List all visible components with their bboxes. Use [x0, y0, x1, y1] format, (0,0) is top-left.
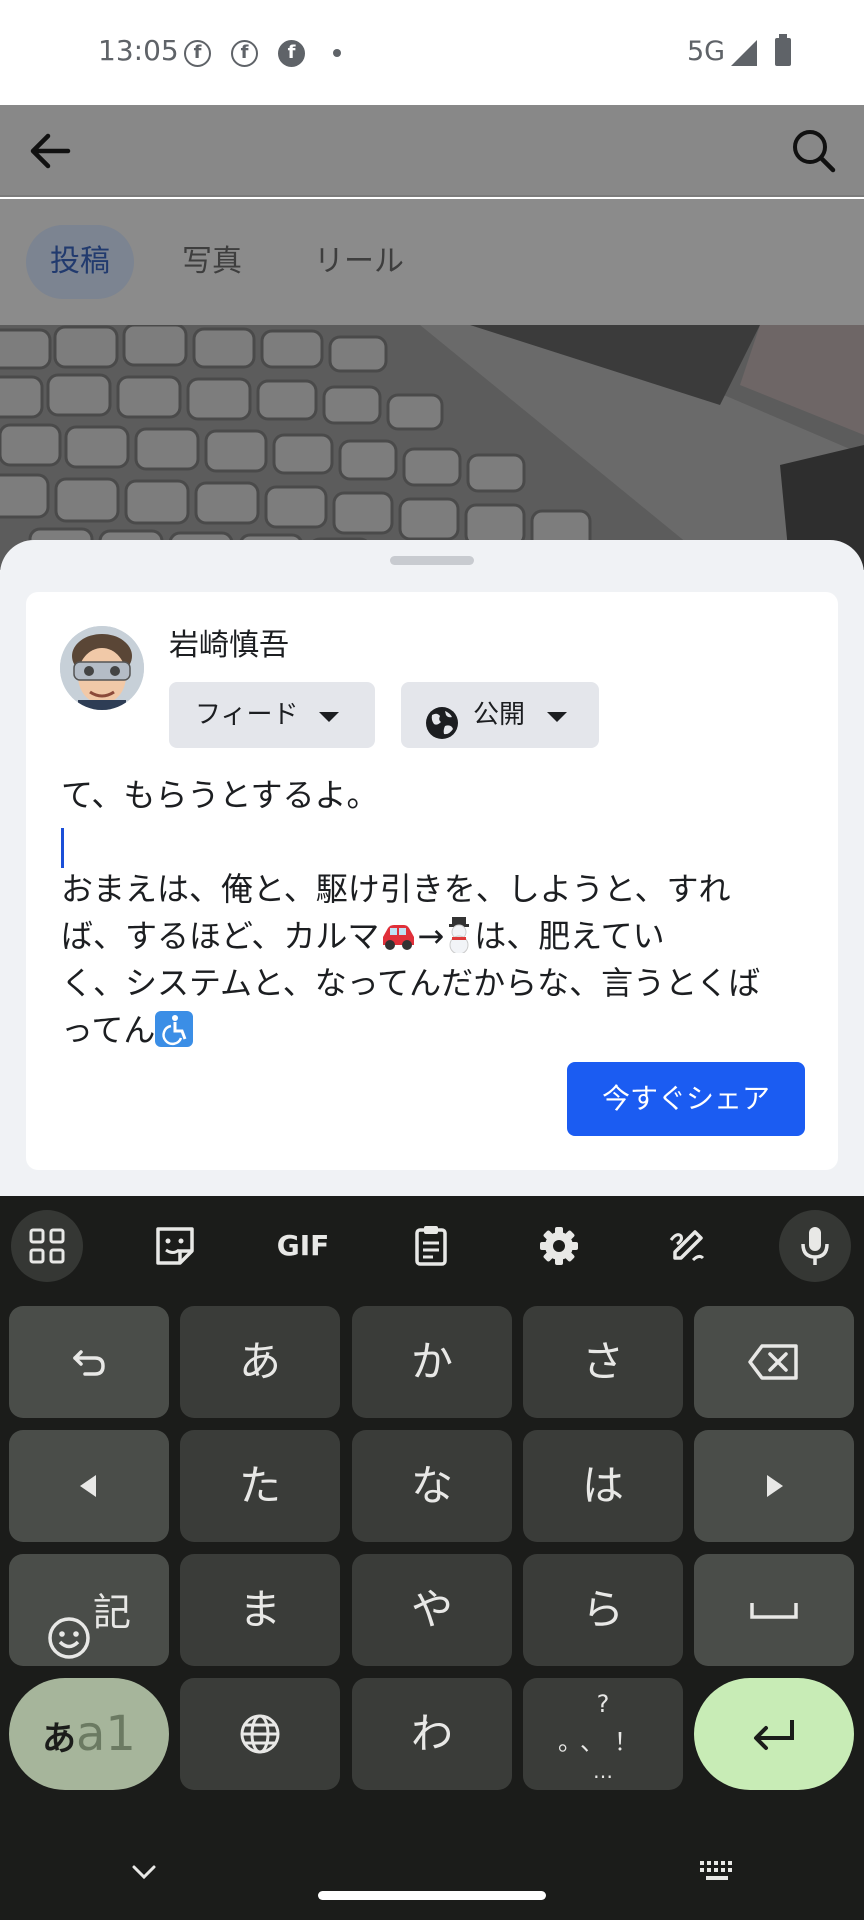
cursor-left-key[interactable]	[9, 1430, 169, 1542]
gif-button[interactable]: GIF	[267, 1210, 339, 1282]
handwriting-icon[interactable]	[651, 1210, 723, 1282]
punctuation-marks: 。、！	[558, 1728, 648, 1756]
caret-down-icon	[319, 712, 339, 722]
tab-photos[interactable]: 写真	[158, 225, 266, 299]
key-ha[interactable]: は	[523, 1430, 683, 1542]
snowman-emoji	[444, 917, 474, 955]
enter-key[interactable]	[694, 1678, 854, 1790]
post-text-input[interactable]: て、もらうとするよ。 おまえは、俺と、駆け引きを、しようと、すれ ば、するほど、…	[61, 772, 821, 1054]
car-emoji	[379, 917, 417, 950]
key-ta[interactable]: た	[180, 1430, 340, 1542]
more-notifications-dot	[333, 49, 341, 57]
composer-card: 岩崎慎吾 フィード 公開 て、もらうとするよ。 おまえは、俺と、駆け引きを、しよ…	[26, 592, 838, 1170]
post-text-line: ってん	[61, 1011, 156, 1049]
arrow-text: →	[417, 917, 445, 955]
avatar	[60, 626, 144, 710]
key-a[interactable]: あ	[180, 1306, 340, 1418]
mode-kana: あ	[42, 1719, 77, 1759]
tab-posts[interactable]: 投稿	[26, 225, 134, 299]
facebook-icon: f	[184, 40, 211, 67]
username: 岩崎慎吾	[169, 628, 289, 663]
sticker-icon[interactable]	[139, 1210, 211, 1282]
audience-feed-label: フィード	[195, 700, 299, 730]
network-type: 5G	[687, 36, 726, 67]
privacy-label: 公開	[473, 700, 526, 730]
mic-icon[interactable]	[779, 1210, 851, 1282]
post-text-line: く、システムと、なってんだからな、言うとくば	[61, 964, 761, 1002]
facebook-icon: f	[278, 40, 305, 67]
key-ka[interactable]: か	[352, 1306, 512, 1418]
post-text-line: ば、するほど、カルマ	[61, 917, 380, 955]
settings-icon[interactable]	[523, 1210, 595, 1282]
apps-icon[interactable]	[11, 1210, 83, 1282]
undo-key[interactable]	[9, 1306, 169, 1418]
back-arrow-icon[interactable]	[24, 125, 76, 177]
key-wa[interactable]: わ	[352, 1678, 512, 1790]
wheelchair-emoji	[155, 1011, 194, 1047]
tab-reels[interactable]: リール	[290, 225, 428, 299]
key-na[interactable]: な	[352, 1430, 512, 1542]
post-text-line: は、肥えてい	[474, 917, 665, 955]
smiley-icon	[47, 1591, 91, 1659]
status-time: 13:05	[98, 34, 179, 67]
drag-handle[interactable]	[390, 556, 474, 565]
caret-down-icon	[547, 712, 567, 722]
clipboard-icon[interactable]	[395, 1210, 467, 1282]
key-ra[interactable]: ら	[523, 1554, 683, 1666]
ellipsis: …	[593, 1759, 613, 1783]
audience-feed-dropdown[interactable]: フィード	[169, 682, 375, 748]
cursor-right-key[interactable]	[694, 1430, 854, 1542]
app-header	[0, 105, 864, 197]
emoji-symbol-key[interactable]: 記	[9, 1554, 169, 1666]
home-indicator[interactable]	[318, 1891, 546, 1900]
globe-icon	[425, 699, 459, 739]
status-bar: 13:05 f f f 5G	[0, 0, 864, 105]
post-text-line: て、もらうとするよ。	[61, 776, 379, 814]
keyboard-switch-icon[interactable]	[698, 1859, 738, 1887]
navigation-bar	[0, 1815, 864, 1920]
battery-icon	[775, 34, 791, 66]
text-cursor	[61, 828, 64, 868]
input-mode-toggle[interactable]: あa1	[9, 1678, 169, 1790]
key-ma[interactable]: ま	[180, 1554, 340, 1666]
share-now-button[interactable]: 今すぐシェア	[567, 1062, 805, 1136]
backspace-key[interactable]	[694, 1306, 854, 1418]
composer-sheet: 岩崎慎吾 フィード 公開 て、もらうとするよ。 おまえは、俺と、駆け引きを、しよ…	[0, 540, 864, 1200]
cover-photo	[0, 325, 864, 570]
symbol-label: 記	[92, 1590, 131, 1635]
space-key[interactable]	[694, 1554, 854, 1666]
post-text-line: おまえは、俺と、駆け引きを、しようと、すれ	[61, 870, 731, 908]
signal-icon	[731, 40, 757, 66]
profile-tabs: 投稿 写真 リール	[0, 199, 864, 325]
punctuation-key[interactable]: ? 。、！ …	[523, 1678, 683, 1790]
keyboard: GIF あ か さ た な は 記 ま や ら あa1 わ ? 。、！ …	[0, 1196, 864, 1920]
mode-alnum: a1	[76, 1706, 136, 1762]
key-sa[interactable]: さ	[523, 1306, 683, 1418]
privacy-dropdown[interactable]: 公開	[401, 682, 599, 748]
search-icon[interactable]	[788, 125, 840, 177]
language-key[interactable]	[180, 1678, 340, 1790]
hide-keyboard-icon[interactable]	[130, 1863, 158, 1885]
facebook-icon: f	[231, 40, 258, 67]
key-ya[interactable]: や	[352, 1554, 512, 1666]
question-mark: ?	[596, 1690, 610, 1718]
